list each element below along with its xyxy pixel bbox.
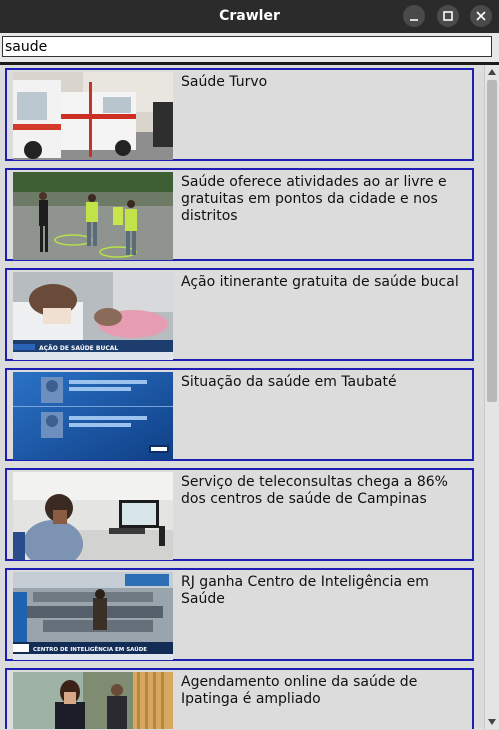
minimize-button[interactable] bbox=[403, 5, 425, 27]
maximize-button[interactable] bbox=[437, 5, 459, 27]
result-title[interactable]: Agendamento online da saúde de Ipatinga … bbox=[181, 674, 471, 708]
scroll-up-icon[interactable] bbox=[485, 66, 499, 80]
result-title[interactable]: Serviço de teleconsultas chega a 86% dos… bbox=[181, 474, 471, 508]
title-bar: Crawler bbox=[0, 0, 499, 33]
result-title[interactable]: Saúde oferece atividades ao ar livre e g… bbox=[181, 174, 471, 225]
close-button[interactable] bbox=[470, 5, 492, 27]
result-item[interactable]: CENTRO DE INTELIGÊNCIA EM SAÚDE RJ ganha… bbox=[5, 568, 474, 661]
thumbnail-banner-text: AÇÃO DE SAÚDE BUCAL bbox=[39, 345, 118, 352]
scrollbar-thumb[interactable] bbox=[487, 80, 497, 402]
result-item[interactable]: AÇÃO DE SAÚDE BUCAL Ação itinerante grat… bbox=[5, 268, 474, 361]
result-title[interactable]: Situação da saúde em Taubaté bbox=[181, 374, 471, 391]
result-thumbnail: CENTRO DE INTELIGÊNCIA EM SAÚDE bbox=[13, 572, 173, 660]
result-thumbnail bbox=[13, 172, 173, 260]
result-item[interactable]: Saúde oferece atividades ao ar livre e g… bbox=[5, 168, 474, 261]
search-bar bbox=[0, 33, 499, 63]
minimize-icon bbox=[410, 19, 418, 21]
result-item[interactable]: Serviço de teleconsultas chega a 86% dos… bbox=[5, 468, 474, 561]
result-thumbnail bbox=[13, 472, 173, 560]
thumbnail-banner-text: CENTRO DE INTELIGÊNCIA EM SAÚDE bbox=[33, 645, 147, 653]
result-thumbnail bbox=[13, 372, 173, 460]
search-input[interactable] bbox=[2, 36, 492, 57]
results-list[interactable]: Saúde Turvo Saúde oferece atividades ao … bbox=[0, 65, 484, 729]
result-thumbnail bbox=[13, 672, 173, 729]
result-thumbnail bbox=[13, 72, 173, 160]
result-title[interactable]: Saúde Turvo bbox=[181, 74, 471, 91]
maximize-icon bbox=[443, 11, 453, 21]
result-title[interactable]: RJ ganha Centro de Inteligência em Saúde bbox=[181, 574, 471, 608]
close-icon bbox=[476, 11, 486, 21]
result-item[interactable]: Agendamento online da saúde de Ipatinga … bbox=[5, 668, 474, 729]
result-item[interactable]: Saúde Turvo bbox=[5, 68, 474, 161]
result-item[interactable]: Situação da saúde em Taubaté bbox=[5, 368, 474, 461]
result-thumbnail: AÇÃO DE SAÚDE BUCAL bbox=[13, 272, 173, 360]
vertical-scrollbar[interactable] bbox=[484, 65, 499, 729]
result-title[interactable]: Ação itinerante gratuita de saúde bucal bbox=[181, 274, 471, 291]
scroll-down-icon[interactable] bbox=[485, 716, 499, 730]
